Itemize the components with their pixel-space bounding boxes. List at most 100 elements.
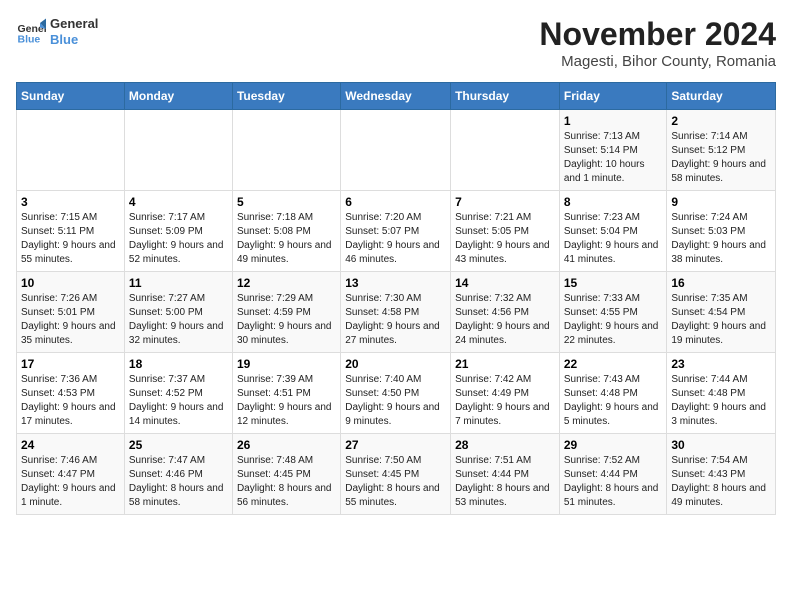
calendar-cell: 4 Sunrise: 7:17 AMSunset: 5:09 PMDaylight…	[124, 191, 232, 272]
calendar-cell: 10Sunrise: 7:26 AMSunset: 5:01 PMDayligh…	[17, 272, 125, 353]
day-info: Sunrise: 7:40 AMSunset: 4:50 PMDaylight:…	[345, 373, 446, 429]
day-of-week-header: Monday	[124, 83, 232, 110]
calendar-cell: 28 Sunrise: 7:51 AMSunset: 4:44 PMDayligh…	[451, 434, 560, 515]
day-number: 9	[671, 195, 771, 209]
day-of-week-header: Saturday	[667, 83, 776, 110]
day-number: 15	[564, 276, 663, 290]
title-area: November 2024 Magesti, Bihor County, Rom…	[539, 16, 776, 70]
day-number: 11	[129, 276, 228, 290]
calendar-cell: 27Sunrise: 7:50 AMSunset: 4:45 PMDayligh…	[341, 434, 451, 515]
day-info: Sunrise: 7:27 AMSunset: 5:00 PMDaylight:…	[129, 292, 228, 348]
calendar-cell: 1Sunrise: 7:13 AMSunset: 5:14 PMDaylight…	[559, 110, 667, 191]
day-number: 6	[345, 195, 446, 209]
day-of-week-header: Wednesday	[341, 83, 451, 110]
logo-icon: General Blue	[16, 17, 46, 47]
calendar-cell: 25 Sunrise: 7:47 AMSunset: 4:46 PMDayligh…	[124, 434, 232, 515]
day-number: 12	[237, 276, 336, 290]
day-number: 24	[21, 438, 120, 452]
day-info: Sunrise: 7:15 AMSunset: 5:11 PMDaylight:…	[21, 211, 120, 267]
calendar-cell: 6 Sunrise: 7:20 AMSunset: 5:07 PMDaylight…	[341, 191, 451, 272]
day-number: 28	[455, 438, 555, 452]
day-number: 14	[455, 276, 555, 290]
day-info: Sunrise: 7:14 AMSunset: 5:12 PMDaylight:…	[671, 130, 771, 186]
day-of-week-header: Friday	[559, 83, 667, 110]
day-info: Sunrise: 7:17 AMSunset: 5:09 PMDaylight:…	[129, 211, 228, 267]
day-number: 7	[455, 195, 555, 209]
day-number: 5	[237, 195, 336, 209]
calendar-cell: 11 Sunrise: 7:27 AMSunset: 5:00 PMDayligh…	[124, 272, 232, 353]
calendar-cell: 23Sunrise: 7:44 AMSunset: 4:48 PMDayligh…	[667, 353, 776, 434]
logo-text: General Blue	[50, 16, 98, 47]
day-info: Sunrise: 7:13 AMSunset: 5:14 PMDaylight:…	[564, 130, 663, 186]
calendar-week-row: 10Sunrise: 7:26 AMSunset: 5:01 PMDayligh…	[17, 272, 776, 353]
svg-text:Blue: Blue	[18, 33, 41, 45]
day-info: Sunrise: 7:36 AMSunset: 4:53 PMDaylight:…	[21, 373, 120, 429]
day-info: Sunrise: 7:54 AMSunset: 4:43 PMDaylight:…	[671, 454, 771, 510]
day-number: 21	[455, 357, 555, 371]
calendar-cell: 30Sunrise: 7:54 AMSunset: 4:43 PMDayligh…	[667, 434, 776, 515]
calendar-cell	[124, 110, 232, 191]
day-info: Sunrise: 7:20 AMSunset: 5:07 PMDaylight:…	[345, 211, 446, 267]
calendar-cell	[232, 110, 340, 191]
calendar-week-row: 17 Sunrise: 7:36 AMSunset: 4:53 PMDayligh…	[17, 353, 776, 434]
calendar-cell: 14Sunrise: 7:32 AMSunset: 4:56 PMDayligh…	[451, 272, 560, 353]
day-number: 25	[129, 438, 228, 452]
calendar-cell: 29Sunrise: 7:52 AMSunset: 4:44 PMDayligh…	[559, 434, 667, 515]
day-number: 19	[237, 357, 336, 371]
day-info: Sunrise: 7:48 AMSunset: 4:45 PMDaylight:…	[237, 454, 336, 510]
day-info: Sunrise: 7:39 AMSunset: 4:51 PMDaylight:…	[237, 373, 336, 429]
day-info: Sunrise: 7:30 AMSunset: 4:58 PMDaylight:…	[345, 292, 446, 348]
calendar-cell: 2 Sunrise: 7:14 AMSunset: 5:12 PMDaylight…	[667, 110, 776, 191]
main-title: November 2024	[539, 16, 776, 53]
calendar-cell: 24 Sunrise: 7:46 AMSunset: 4:47 PMDayligh…	[17, 434, 125, 515]
day-number: 29	[564, 438, 663, 452]
day-info: Sunrise: 7:47 AMSunset: 4:46 PMDaylight:…	[129, 454, 228, 510]
calendar-cell	[17, 110, 125, 191]
calendar-cell: 9 Sunrise: 7:24 AMSunset: 5:03 PMDaylight…	[667, 191, 776, 272]
day-number: 20	[345, 357, 446, 371]
day-info: Sunrise: 7:50 AMSunset: 4:45 PMDaylight:…	[345, 454, 446, 510]
calendar-cell: 26 Sunrise: 7:48 AMSunset: 4:45 PMDayligh…	[232, 434, 340, 515]
day-info: Sunrise: 7:51 AMSunset: 4:44 PMDaylight:…	[455, 454, 555, 510]
day-number: 3	[21, 195, 120, 209]
calendar-cell: 17 Sunrise: 7:36 AMSunset: 4:53 PMDayligh…	[17, 353, 125, 434]
calendar-cell: 22 Sunrise: 7:43 AMSunset: 4:48 PMDayligh…	[559, 353, 667, 434]
calendar-cell: 20 Sunrise: 7:40 AMSunset: 4:50 PMDayligh…	[341, 353, 451, 434]
day-info: Sunrise: 7:24 AMSunset: 5:03 PMDaylight:…	[671, 211, 771, 267]
day-number: 26	[237, 438, 336, 452]
calendar-cell: 21 Sunrise: 7:42 AMSunset: 4:49 PMDayligh…	[451, 353, 560, 434]
day-of-week-header: Thursday	[451, 83, 560, 110]
day-number: 16	[671, 276, 771, 290]
logo-line2: Blue	[50, 32, 98, 48]
day-info: Sunrise: 7:37 AMSunset: 4:52 PMDaylight:…	[129, 373, 228, 429]
calendar-cell: 3 Sunrise: 7:15 AMSunset: 5:11 PMDaylight…	[17, 191, 125, 272]
logo-line1: General	[50, 16, 98, 32]
calendar-week-row: 3 Sunrise: 7:15 AMSunset: 5:11 PMDaylight…	[17, 191, 776, 272]
day-number: 22	[564, 357, 663, 371]
calendar-cell: 5 Sunrise: 7:18 AMSunset: 5:08 PMDaylight…	[232, 191, 340, 272]
day-info: Sunrise: 7:18 AMSunset: 5:08 PMDaylight:…	[237, 211, 336, 267]
day-number: 2	[671, 114, 771, 128]
day-number: 4	[129, 195, 228, 209]
calendar-week-row: 1Sunrise: 7:13 AMSunset: 5:14 PMDaylight…	[17, 110, 776, 191]
day-info: Sunrise: 7:43 AMSunset: 4:48 PMDaylight:…	[564, 373, 663, 429]
day-info: Sunrise: 7:46 AMSunset: 4:47 PMDaylight:…	[21, 454, 120, 510]
calendar-table: SundayMondayTuesdayWednesdayThursdayFrid…	[16, 82, 776, 515]
day-number: 17	[21, 357, 120, 371]
day-info: Sunrise: 7:33 AMSunset: 4:55 PMDaylight:…	[564, 292, 663, 348]
day-of-week-header: Tuesday	[232, 83, 340, 110]
day-info: Sunrise: 7:35 AMSunset: 4:54 PMDaylight:…	[671, 292, 771, 348]
calendar-cell: 16 Sunrise: 7:35 AMSunset: 4:54 PMDayligh…	[667, 272, 776, 353]
calendar-week-row: 24 Sunrise: 7:46 AMSunset: 4:47 PMDayligh…	[17, 434, 776, 515]
calendar-cell: 12 Sunrise: 7:29 AMSunset: 4:59 PMDayligh…	[232, 272, 340, 353]
logo: General Blue General Blue	[16, 16, 98, 47]
calendar-cell: 7 Sunrise: 7:21 AMSunset: 5:05 PMDaylight…	[451, 191, 560, 272]
calendar-cell: 18Sunrise: 7:37 AMSunset: 4:52 PMDayligh…	[124, 353, 232, 434]
day-info: Sunrise: 7:21 AMSunset: 5:05 PMDaylight:…	[455, 211, 555, 267]
day-info: Sunrise: 7:42 AMSunset: 4:49 PMDaylight:…	[455, 373, 555, 429]
calendar-cell	[341, 110, 451, 191]
calendar-cell: 15 Sunrise: 7:33 AMSunset: 4:55 PMDayligh…	[559, 272, 667, 353]
day-of-week-header: Sunday	[17, 83, 125, 110]
day-number: 23	[671, 357, 771, 371]
day-info: Sunrise: 7:29 AMSunset: 4:59 PMDaylight:…	[237, 292, 336, 348]
